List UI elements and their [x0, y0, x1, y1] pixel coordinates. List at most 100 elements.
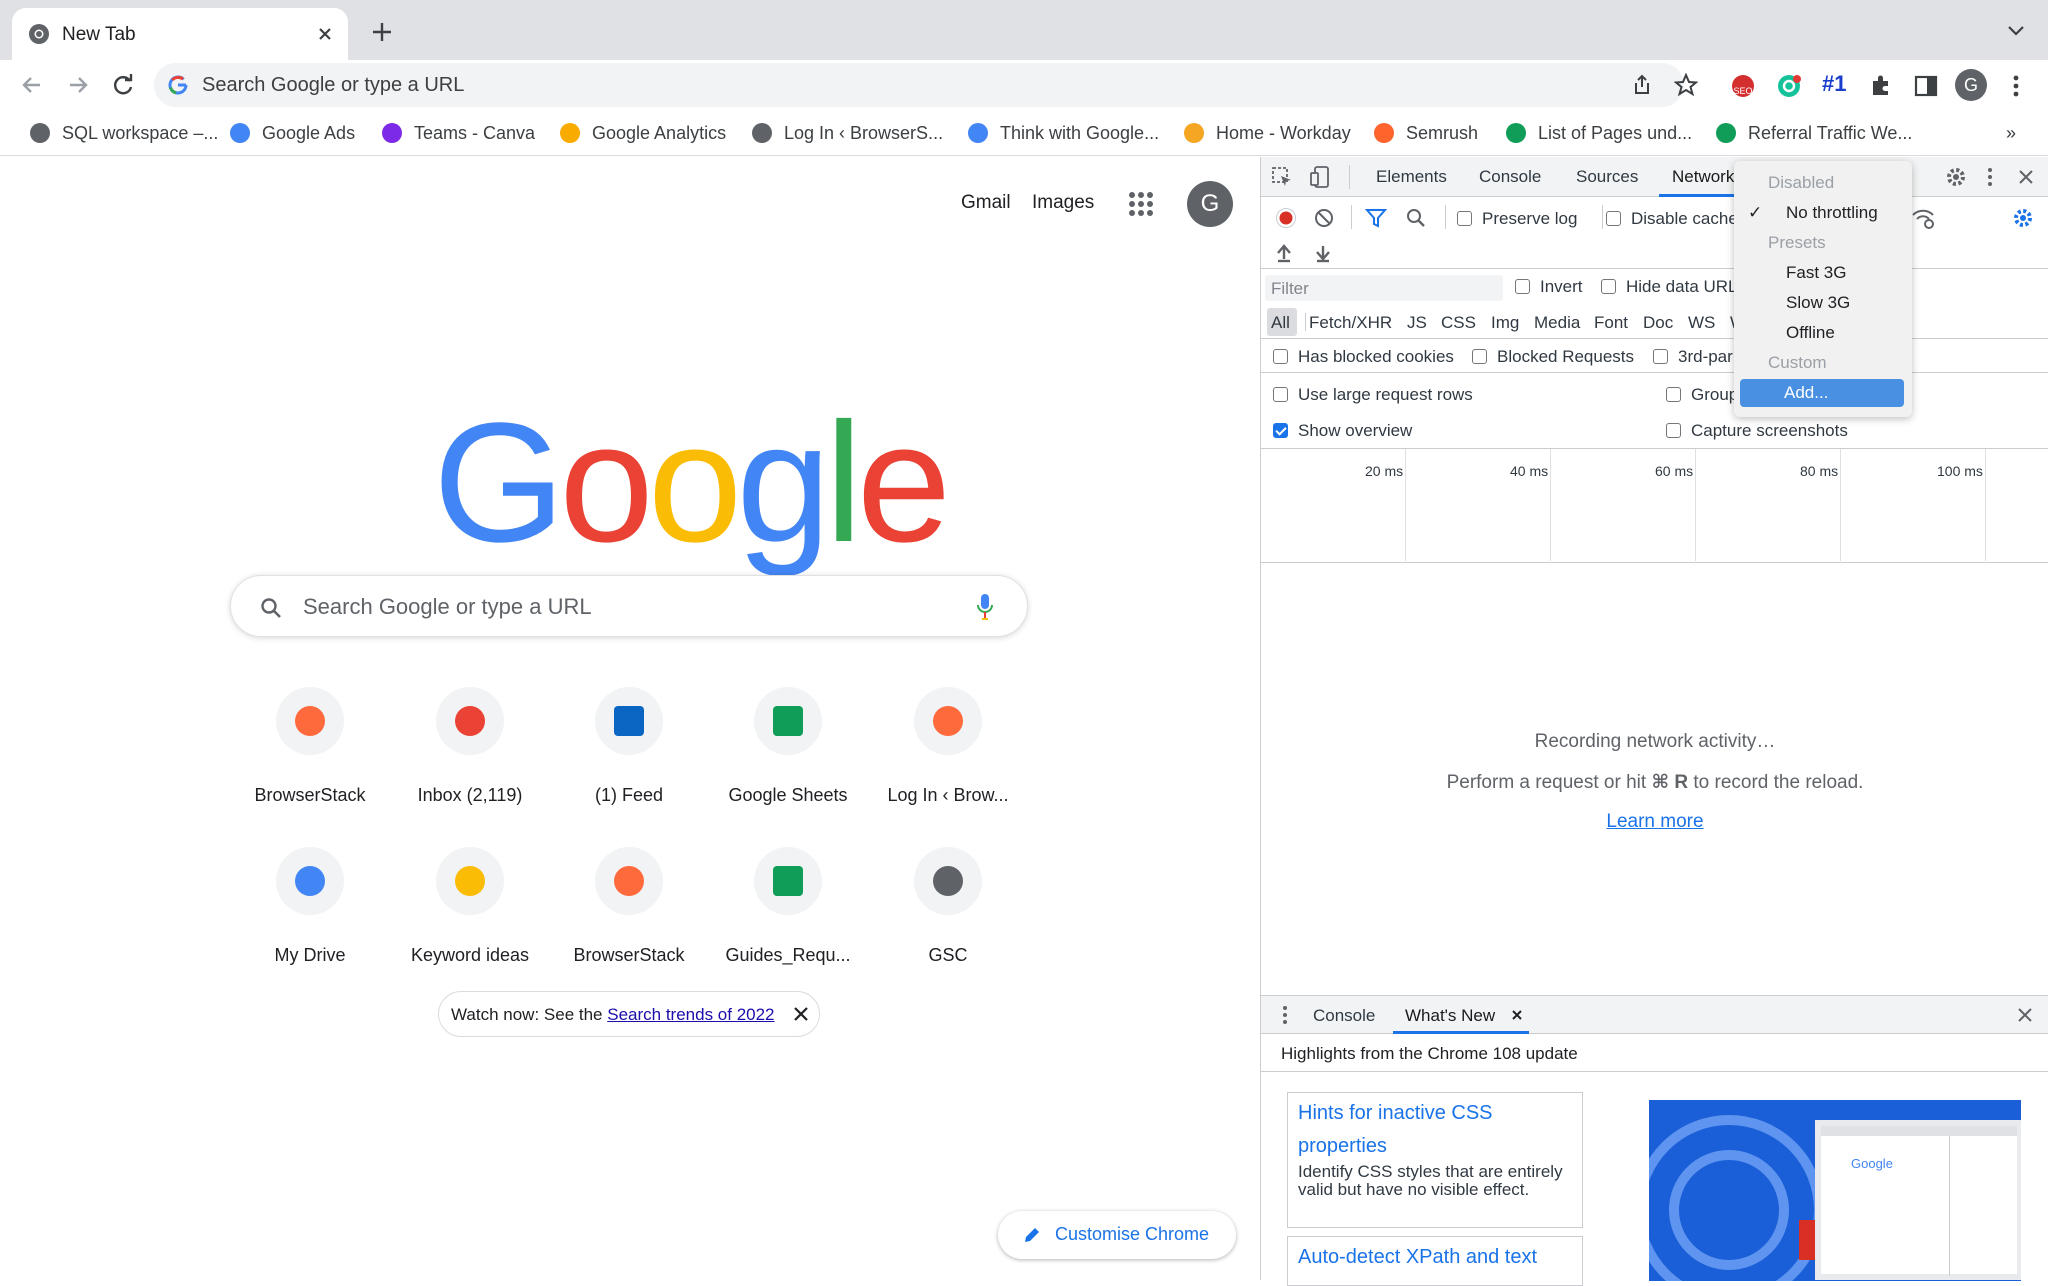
bookmark-item[interactable]: Google Analytics [560, 120, 726, 146]
account-avatar[interactable]: G [1187, 181, 1233, 227]
grammarly-extension-icon[interactable] [1776, 73, 1802, 99]
tab-console[interactable]: Console [1479, 167, 1541, 187]
hide-data-urls-checkbox[interactable] [1601, 279, 1616, 294]
shortcut-tile[interactable]: Guides_Requ... [708, 847, 868, 987]
close-drawer-icon[interactable] [2017, 1007, 2033, 1023]
bookmark-item[interactable]: Semrush [1374, 120, 1478, 146]
tab-sources[interactable]: Sources [1576, 167, 1638, 187]
invert-option[interactable]: Invert [1515, 277, 1583, 297]
promo-link[interactable]: Search trends of 2022 [607, 1005, 774, 1024]
large-rows-checkbox[interactable] [1273, 387, 1288, 402]
preserve-log-checkbox[interactable] [1457, 211, 1472, 226]
bookmark-item[interactable]: Think with Google... [968, 120, 1159, 146]
group-by-frame-checkbox[interactable] [1666, 387, 1681, 402]
shortcut-tile[interactable]: BrowserStack [230, 687, 390, 827]
hide-data-urls-option[interactable]: Hide data URL [1601, 277, 1738, 297]
preserve-log-option[interactable]: Preserve log [1457, 209, 1577, 229]
menu-item-slow-3g[interactable]: Slow 3G [1734, 289, 1912, 317]
has-blocked-cookies-checkbox[interactable] [1273, 349, 1288, 364]
microphone-icon[interactable] [975, 592, 995, 622]
kebab-menu-icon[interactable] [1985, 166, 1995, 188]
back-arrow-icon[interactable] [18, 71, 46, 99]
close-icon[interactable] [1511, 1009, 1523, 1021]
type-filter-fetch-xhr[interactable]: Fetch/XHR [1309, 313, 1392, 333]
blocked-requests-option[interactable]: Blocked Requests [1472, 347, 1634, 367]
device-toolbar-icon[interactable] [1309, 165, 1331, 189]
menu-item-fast-3g[interactable]: Fast 3G [1734, 259, 1912, 287]
inspect-element-icon[interactable] [1271, 166, 1293, 188]
capture-screenshots-checkbox[interactable] [1666, 423, 1681, 438]
whats-new-card[interactable]: Auto-detect XPath and text [1287, 1236, 1583, 1286]
blocked-requests-checkbox[interactable] [1472, 349, 1487, 364]
shortcut-tile[interactable]: Google Sheets [708, 687, 868, 827]
record-icon[interactable] [1275, 207, 1297, 229]
disable-cache-checkbox[interactable] [1606, 211, 1621, 226]
forward-arrow-icon[interactable] [64, 71, 92, 99]
tab-network[interactable]: Network [1672, 167, 1734, 187]
card-title[interactable]: Auto-detect XPath and text [1288, 1237, 1582, 1274]
type-filter-doc[interactable]: Doc [1643, 313, 1673, 333]
share-icon[interactable] [1630, 73, 1654, 97]
drawer-tab-whats-new[interactable]: What's New [1405, 1006, 1495, 1026]
bookmark-item[interactable]: Referral Traffic We... [1716, 120, 1912, 146]
chevron-down-icon[interactable] [2006, 24, 2026, 38]
bookmarks-overflow-chevron-icon[interactable]: » [2006, 120, 2016, 146]
search-icon[interactable] [1405, 207, 1427, 229]
shortcut-tile[interactable]: My Drive [230, 847, 390, 987]
side-panel-icon[interactable] [1913, 73, 1939, 99]
bookmark-item[interactable]: SQL workspace –... [30, 120, 218, 146]
disable-cache-option[interactable]: Disable cache [1606, 209, 1738, 229]
capture-screenshots-option[interactable]: Capture screenshots [1666, 421, 1848, 441]
puzzle-extensions-icon[interactable] [1868, 73, 1894, 99]
close-icon[interactable] [793, 1006, 809, 1022]
gmail-link[interactable]: Gmail [961, 192, 1011, 214]
filter-input[interactable]: Filter [1265, 275, 1503, 301]
shortcut-tile[interactable]: Keyword ideas [390, 847, 550, 987]
profile-avatar[interactable]: G [1955, 69, 1987, 101]
show-overview-checkbox[interactable] [1273, 423, 1288, 438]
network-settings-gear-icon[interactable] [2012, 207, 2034, 229]
rank-extension-badge[interactable]: #1 [1822, 71, 1846, 97]
bookmark-item[interactable]: Home - Workday [1184, 120, 1351, 146]
tab-elements[interactable]: Elements [1376, 167, 1447, 187]
clear-icon[interactable] [1314, 208, 1334, 228]
third-party-option[interactable]: 3rd-par [1653, 347, 1733, 367]
close-icon[interactable] [314, 23, 336, 45]
whats-new-card[interactable]: Hints for inactive CSS properties Identi… [1287, 1092, 1583, 1228]
menu-item-add[interactable]: Add... [1740, 379, 1904, 407]
type-filter-img[interactable]: Img [1491, 313, 1519, 333]
kebab-menu-icon[interactable] [2006, 73, 2026, 99]
network-conditions-icon[interactable] [1911, 207, 1935, 229]
menu-item-no-throttling[interactable]: ✓ No throttling [1734, 199, 1912, 227]
bookmark-star-icon[interactable] [1674, 73, 1698, 97]
has-blocked-cookies-option[interactable]: Has blocked cookies [1273, 347, 1454, 367]
shortcut-tile[interactable]: Log In ‹ Brow... [868, 687, 1028, 827]
drawer-tab-console[interactable]: Console [1313, 1006, 1375, 1026]
menu-item-offline[interactable]: Offline [1734, 319, 1912, 347]
third-party-checkbox[interactable] [1653, 349, 1668, 364]
new-tab-plus-icon[interactable] [370, 20, 394, 44]
learn-more-link[interactable]: Learn more [1261, 811, 2048, 833]
images-link[interactable]: Images [1032, 192, 1094, 214]
card-title[interactable]: Hints for inactive CSS properties [1288, 1093, 1582, 1163]
import-har-icon[interactable] [1275, 243, 1293, 263]
bookmark-item[interactable]: Log In ‹ BrowserS... [752, 120, 943, 146]
invert-checkbox[interactable] [1515, 279, 1530, 294]
close-icon[interactable] [2017, 168, 2035, 186]
large-rows-option[interactable]: Use large request rows [1273, 385, 1473, 405]
gear-icon[interactable] [1945, 166, 1967, 188]
tab-new-tab[interactable]: New Tab [12, 8, 348, 60]
shortcut-tile[interactable]: BrowserStack [549, 847, 709, 987]
type-filter-font[interactable]: Font [1594, 313, 1628, 333]
bookmark-item[interactable]: List of Pages und... [1506, 120, 1692, 146]
type-filter-css[interactable]: CSS [1441, 313, 1476, 333]
filter-funnel-icon[interactable] [1365, 208, 1387, 228]
bookmark-item[interactable]: Google Ads [230, 120, 355, 146]
type-filter-all[interactable]: All [1271, 313, 1290, 333]
show-overview-option[interactable]: Show overview [1273, 421, 1412, 441]
reload-icon[interactable] [109, 71, 137, 99]
export-har-icon[interactable] [1314, 243, 1332, 263]
apps-grid-icon[interactable] [1128, 191, 1154, 217]
customise-chrome-button[interactable]: Customise Chrome [998, 1211, 1236, 1259]
drawer-kebab-icon[interactable] [1281, 1005, 1289, 1025]
